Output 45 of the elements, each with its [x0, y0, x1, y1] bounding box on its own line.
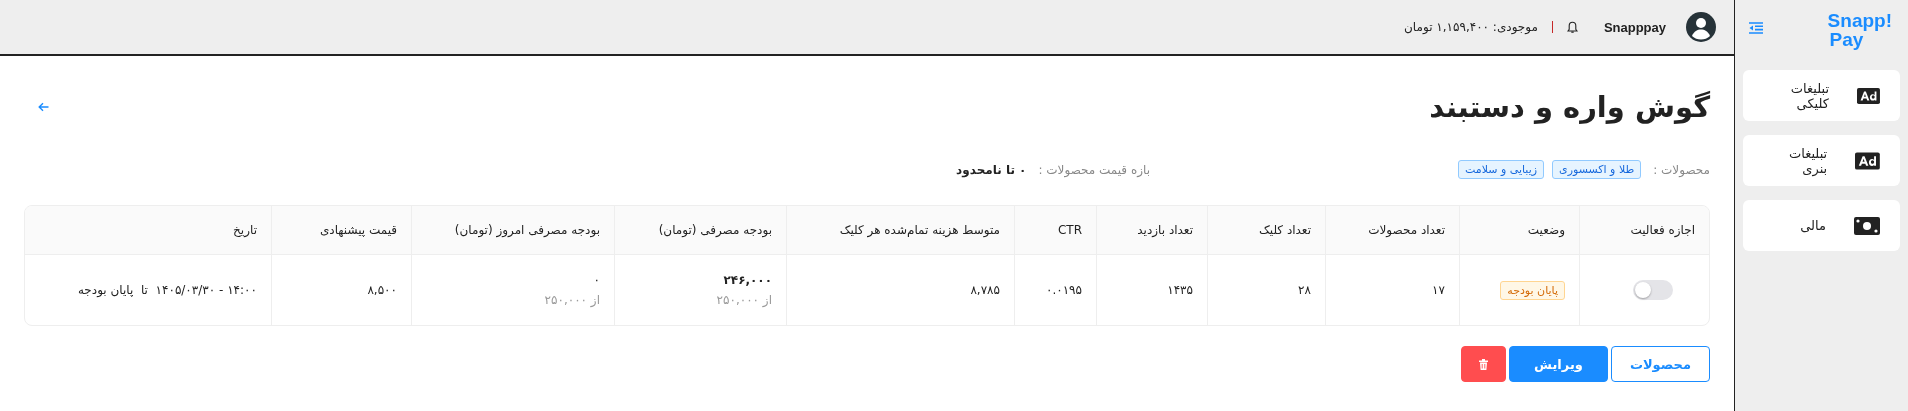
budget-total: از ۲۵۰,۰۰۰ — [716, 293, 772, 307]
column-header: تاریخ — [232, 222, 258, 239]
sidebar-item[interactable]: تبلیغات کلیکی — [1743, 70, 1900, 121]
column-header: تعداد محصولات — [1325, 206, 1459, 254]
ad-icon — [1855, 151, 1880, 170]
balance-text: موجودی: ۱,۱۵۹,۴۰۰ تومان — [1404, 20, 1538, 34]
column-header: تعداد کلیک — [1207, 206, 1325, 254]
column-header: بودجه مصرفی (تومان) — [614, 206, 786, 254]
table-cell: ۸,۷۸۵ — [970, 283, 1000, 297]
table-cell: ۱۷ — [1432, 283, 1445, 297]
column-header: اجازه فعالیت — [1579, 206, 1709, 254]
trash-icon — [1479, 358, 1489, 370]
sidebar-item[interactable]: تبلیغات بنری — [1743, 135, 1900, 186]
table-cell: ۱۴:۰۰ - ۱۴۰۵/۰۳/۳۰ تا پایان بودجه — [77, 283, 257, 297]
table-cell: ۱۴۳۵ — [1167, 283, 1193, 297]
price-range-value: ۰ تا نامحدود — [956, 162, 1027, 177]
column-header: تعداد بازدید — [1096, 206, 1207, 254]
column-header: CTR — [1014, 206, 1096, 254]
delete-button[interactable] — [1461, 346, 1507, 382]
products-label: محصولات : — [1653, 162, 1710, 177]
column-header: قیمت پیشنهادی — [271, 206, 411, 254]
budget-total: از ۲۵۰,۰۰۰ — [544, 293, 600, 307]
user-name: Snapppay — [1603, 19, 1666, 35]
banknote-icon — [1854, 216, 1880, 235]
table-cell: ۰ — [593, 273, 600, 287]
column-header: متوسط هزینه تمام‌شده هر کلیک — [786, 206, 1014, 254]
menu-collapse-icon[interactable] — [1749, 22, 1763, 34]
table-cell: ۲۴۶,۰۰۰ — [723, 273, 772, 287]
table-cell: ۰.۰۱۹۵ — [1045, 283, 1082, 297]
table-cell: ۸,۵۰۰ — [367, 283, 397, 297]
ad-icon — [1857, 86, 1880, 105]
table-cell: ۲۸ — [1298, 283, 1311, 297]
status-badge: پایان بودجه — [1500, 280, 1565, 300]
column-header: وضعیت — [1459, 206, 1579, 254]
logo: Snapp! Pay — [1827, 11, 1892, 49]
page-title: گوش واره و دستبند — [1429, 90, 1710, 124]
bell-icon[interactable] — [1566, 20, 1578, 34]
column-header: بودجه مصرفی امروز (تومان) — [411, 206, 614, 254]
category-tag: زیبایی و سلامت — [1458, 160, 1545, 179]
sidebar-item[interactable]: مالی — [1743, 200, 1900, 251]
avatar-icon[interactable] — [1686, 12, 1716, 42]
activity-toggle[interactable] — [1633, 280, 1673, 300]
price-range-label: بازه قیمت محصولات : — [1038, 162, 1150, 177]
back-arrow-icon[interactable] — [38, 102, 49, 112]
category-tag: طلا و اکسسوری — [1552, 160, 1642, 179]
